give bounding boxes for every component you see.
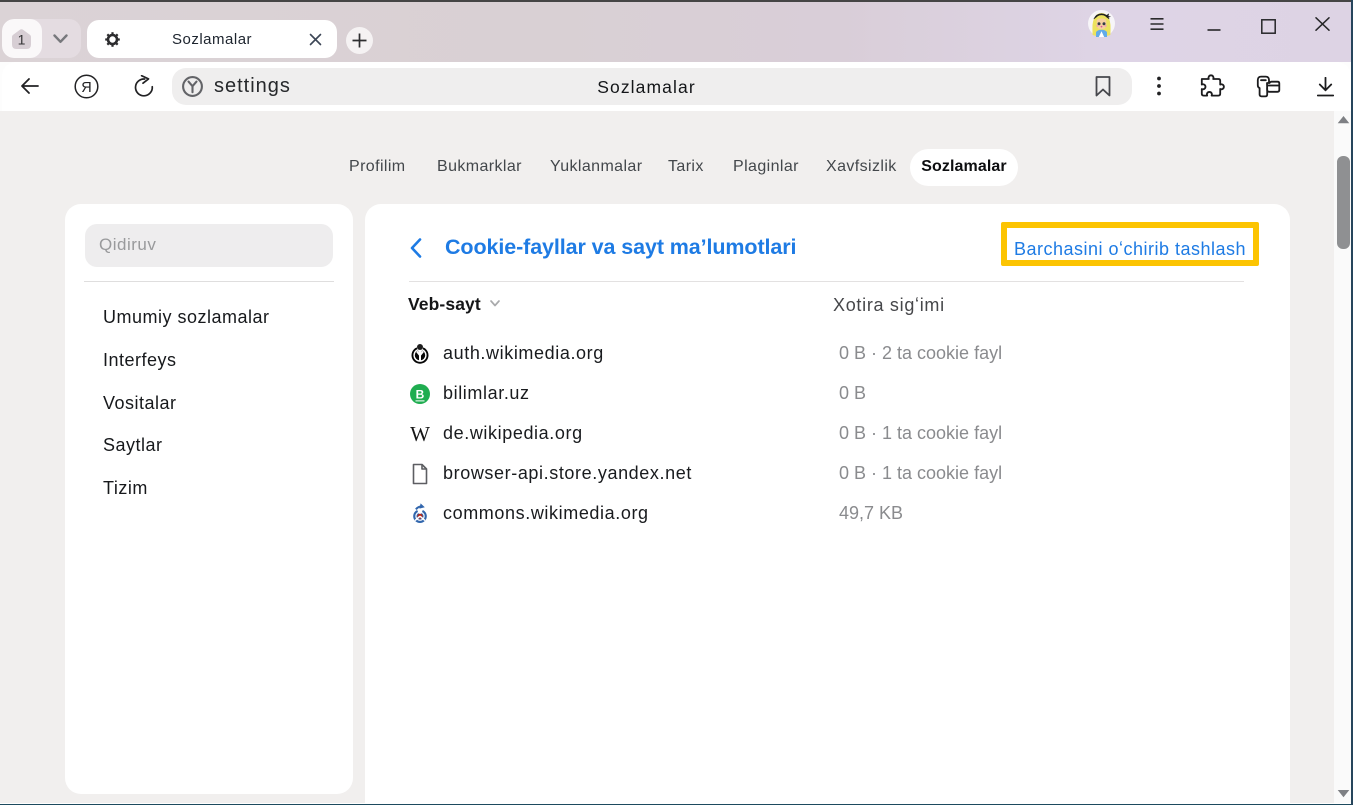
svg-text:B: B bbox=[416, 388, 425, 402]
svg-text:Я: Я bbox=[81, 80, 91, 96]
svg-text:W: W bbox=[410, 423, 430, 445]
svg-text:1: 1 bbox=[18, 31, 26, 47]
